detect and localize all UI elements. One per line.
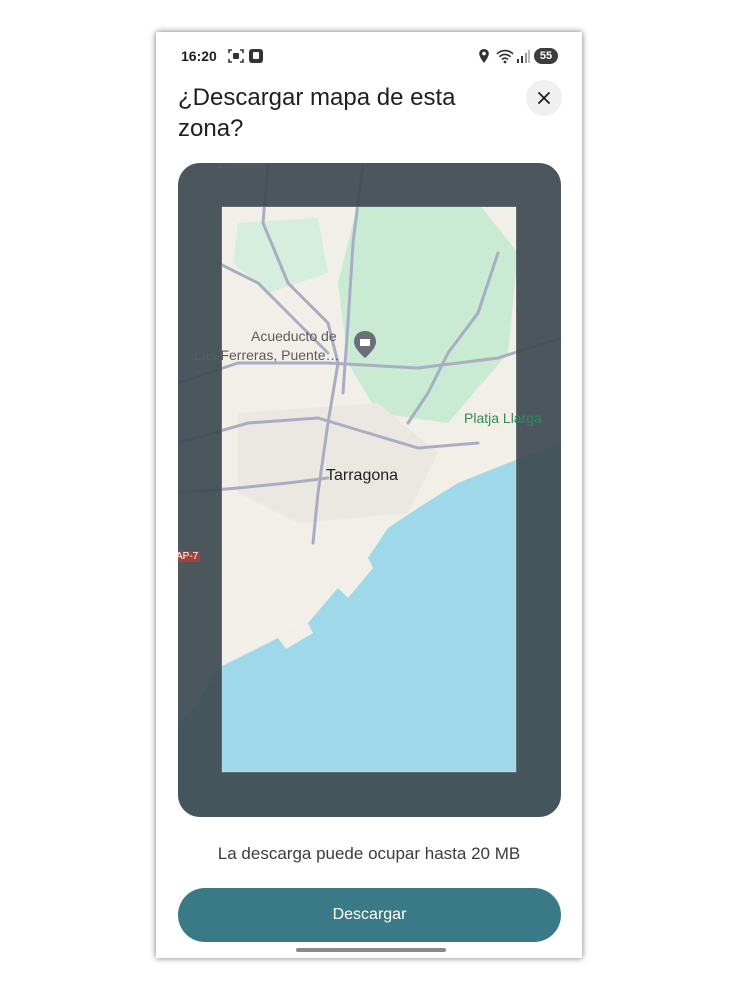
map-preview[interactable]: El Morell Acueducto de Las Ferreras, Pue… [178,163,561,817]
map-label-top: El Morell [218,163,265,171]
wifi-icon [496,49,514,64]
battery-indicator: 55 [534,48,558,64]
close-icon [538,92,550,104]
screenshot-icon [228,49,244,63]
close-button[interactable] [526,80,562,116]
road-badge: AP-7 [178,551,201,562]
map-label-poi-line2: Las Ferreras, Puente… [194,347,340,363]
map-label-city: Tarragona [326,467,399,484]
phone-screen: 16:20 55 ¿Descargar mapa de esta zona? E… [156,32,582,958]
status-time: 16:20 [181,48,217,64]
download-button[interactable]: Descargar [178,888,561,942]
dialog-title: ¿Descargar mapa de esta zona? [178,84,456,142]
map-label-poi-line1: Acueducto de [251,328,337,344]
notification-app-icon [249,49,263,63]
status-bar: 16:20 55 [156,32,582,80]
home-indicator[interactable] [296,948,446,952]
location-icon [479,49,489,63]
map-canvas [178,163,561,817]
download-size-note: La descarga puede ocupar hasta 20 MB [217,844,521,863]
map-label-beach: Platja Llarga [464,410,542,426]
signal-icon [517,50,530,63]
